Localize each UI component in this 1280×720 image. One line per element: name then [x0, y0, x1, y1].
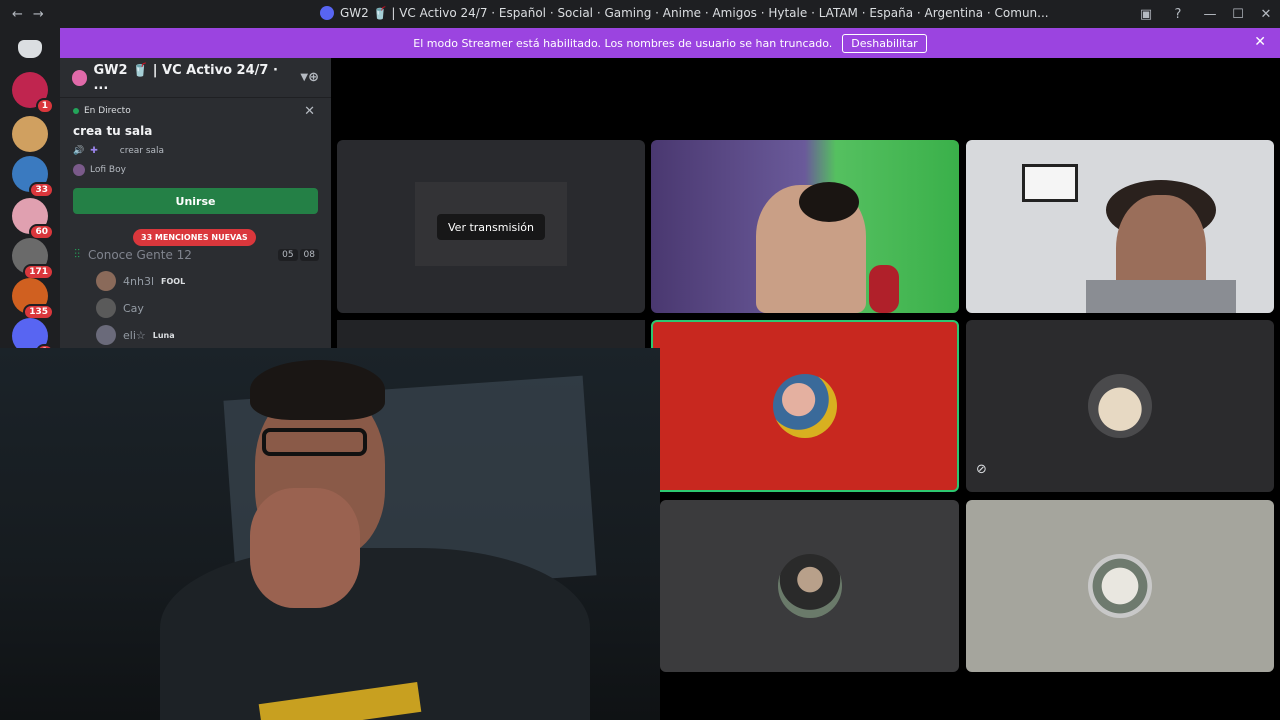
- avatar: [777, 554, 842, 618]
- user-avatar: [73, 164, 85, 176]
- video-tile[interactable]: [966, 140, 1274, 313]
- video-tile[interactable]: [651, 140, 959, 313]
- server-icon: [320, 6, 334, 20]
- server-icon-3[interactable]: 33: [12, 156, 54, 198]
- channel-sidebar: GW2 🥤 | VC Activo 24/7 · ... ▼ ⊕ En Dire…: [60, 58, 331, 348]
- watch-stream-button[interactable]: Ver transmisión: [437, 214, 545, 240]
- server-avatar: [72, 69, 88, 86]
- video-tile-partial[interactable]: [337, 320, 645, 348]
- user-name: 4nh3l: [123, 274, 154, 288]
- stream-tile[interactable]: Ver transmisión: [337, 140, 645, 313]
- live-dot-icon: [73, 108, 79, 114]
- maximize-button[interactable]: ☐: [1224, 7, 1252, 22]
- avatar: [96, 325, 116, 345]
- voice-user[interactable]: Cay: [96, 298, 144, 318]
- server-icon-6[interactable]: 135: [12, 278, 54, 320]
- stage-name: crea tu sala: [73, 124, 153, 138]
- participant-hair: [799, 182, 859, 222]
- close-button[interactable]: ✕: [1252, 7, 1280, 22]
- server-icon-2[interactable]: [12, 116, 48, 152]
- server-badge: 33: [29, 182, 54, 198]
- microphone-prop: [869, 265, 899, 313]
- avatar: [773, 374, 837, 438]
- muted-video-icon: ⊘: [976, 462, 987, 477]
- wall-poster: [1022, 164, 1078, 202]
- server-header[interactable]: GW2 🥤 | VC Activo 24/7 · ... ▼ ⊕: [60, 58, 331, 98]
- voice-channel[interactable]: ⫶⫶ Conoce Gente 12 05 08: [74, 247, 319, 262]
- server-icon-5[interactable]: 171: [12, 238, 54, 280]
- mentions-badge[interactable]: 33 MENCIONES NUEVAS: [133, 229, 256, 246]
- discord-home-icon[interactable]: [18, 40, 42, 58]
- chevron-down-icon[interactable]: ▼: [300, 72, 308, 83]
- forward-arrow-icon[interactable]: →: [33, 7, 44, 22]
- user-name: eli☆: [123, 328, 146, 342]
- streamer-hand: [250, 488, 360, 608]
- voice-channel-name: Conoce Gente 12: [88, 247, 192, 262]
- channel-counts: 05 08: [278, 248, 319, 261]
- dismiss-icon[interactable]: ✕: [304, 104, 315, 119]
- close-icon[interactable]: ✕: [1254, 34, 1266, 50]
- server-icon-1[interactable]: 1: [12, 72, 54, 114]
- speaker-icon: 🔊: [73, 146, 85, 156]
- banner-text: El modo Streamer está habilitado. Los no…: [413, 36, 833, 50]
- window-title-text: GW2 🥤 | VC Activo 24/7 · Español · Socia…: [340, 6, 1049, 20]
- avatar: [96, 298, 116, 318]
- stage-live-card: En Directo ✕ crea tu sala 🔊 ✚ crear sala…: [60, 98, 331, 176]
- avatar: [1088, 554, 1152, 618]
- webcam-overlay: [0, 348, 660, 720]
- avatar: [96, 271, 116, 291]
- streamer-hair: [250, 360, 385, 420]
- participant-shirt: [1086, 280, 1236, 313]
- window-title: GW2 🥤 | VC Activo 24/7 · Español · Socia…: [320, 6, 1049, 20]
- streamer-mode-banner: El modo Streamer está habilitado. Los no…: [60, 28, 1280, 58]
- stage-channel: crear sala: [119, 146, 165, 156]
- count-a: 05: [278, 248, 298, 261]
- title-bar: ← → GW2 🥤 | VC Activo 24/7 · Español · S…: [0, 0, 1280, 28]
- avatar-tile[interactable]: [660, 500, 959, 672]
- voice-activity-icon: ⫶⫶: [74, 247, 81, 261]
- server-badge: 1: [35, 98, 54, 114]
- inbox-icon[interactable]: ▣: [1132, 7, 1160, 22]
- voice-user[interactable]: eli☆ Luna: [96, 325, 175, 345]
- plus-icon: ✚: [90, 146, 98, 156]
- avatar-tile[interactable]: ⊘: [966, 320, 1274, 492]
- glasses: [262, 428, 367, 456]
- user-tag: Luna: [152, 330, 175, 340]
- user-name: Cay: [123, 301, 144, 315]
- join-button[interactable]: Unirse: [73, 188, 318, 214]
- avatar-tile[interactable]: [966, 500, 1274, 672]
- server-name: GW2 🥤 | VC Activo 24/7 · ...: [93, 62, 278, 93]
- window-controls: ▣ ? — ☐ ✕: [1132, 0, 1280, 28]
- voice-user[interactable]: 4nh3l FOOL: [96, 271, 185, 291]
- live-status: En Directo: [73, 106, 318, 116]
- stage-user: Lofi Boy: [90, 165, 126, 175]
- live-status-text: En Directo: [84, 106, 131, 116]
- nav-controls: ← →: [0, 7, 60, 22]
- minimize-button[interactable]: —: [1196, 7, 1224, 22]
- help-icon[interactable]: ?: [1160, 7, 1196, 22]
- stage-channel-row: 🔊 ✚ crear sala: [73, 146, 318, 156]
- user-tag: FOOL: [161, 276, 186, 286]
- add-user-icon[interactable]: ⊕: [308, 70, 319, 85]
- back-arrow-icon[interactable]: ←: [12, 7, 23, 22]
- count-b: 08: [299, 248, 319, 261]
- avatar: [1088, 374, 1152, 438]
- speaking-avatar-tile[interactable]: [651, 320, 959, 492]
- server-icon-4[interactable]: 60: [12, 198, 54, 240]
- disable-streamer-button[interactable]: Deshabilitar: [842, 33, 927, 53]
- stage-user-row: Lofi Boy: [73, 164, 318, 176]
